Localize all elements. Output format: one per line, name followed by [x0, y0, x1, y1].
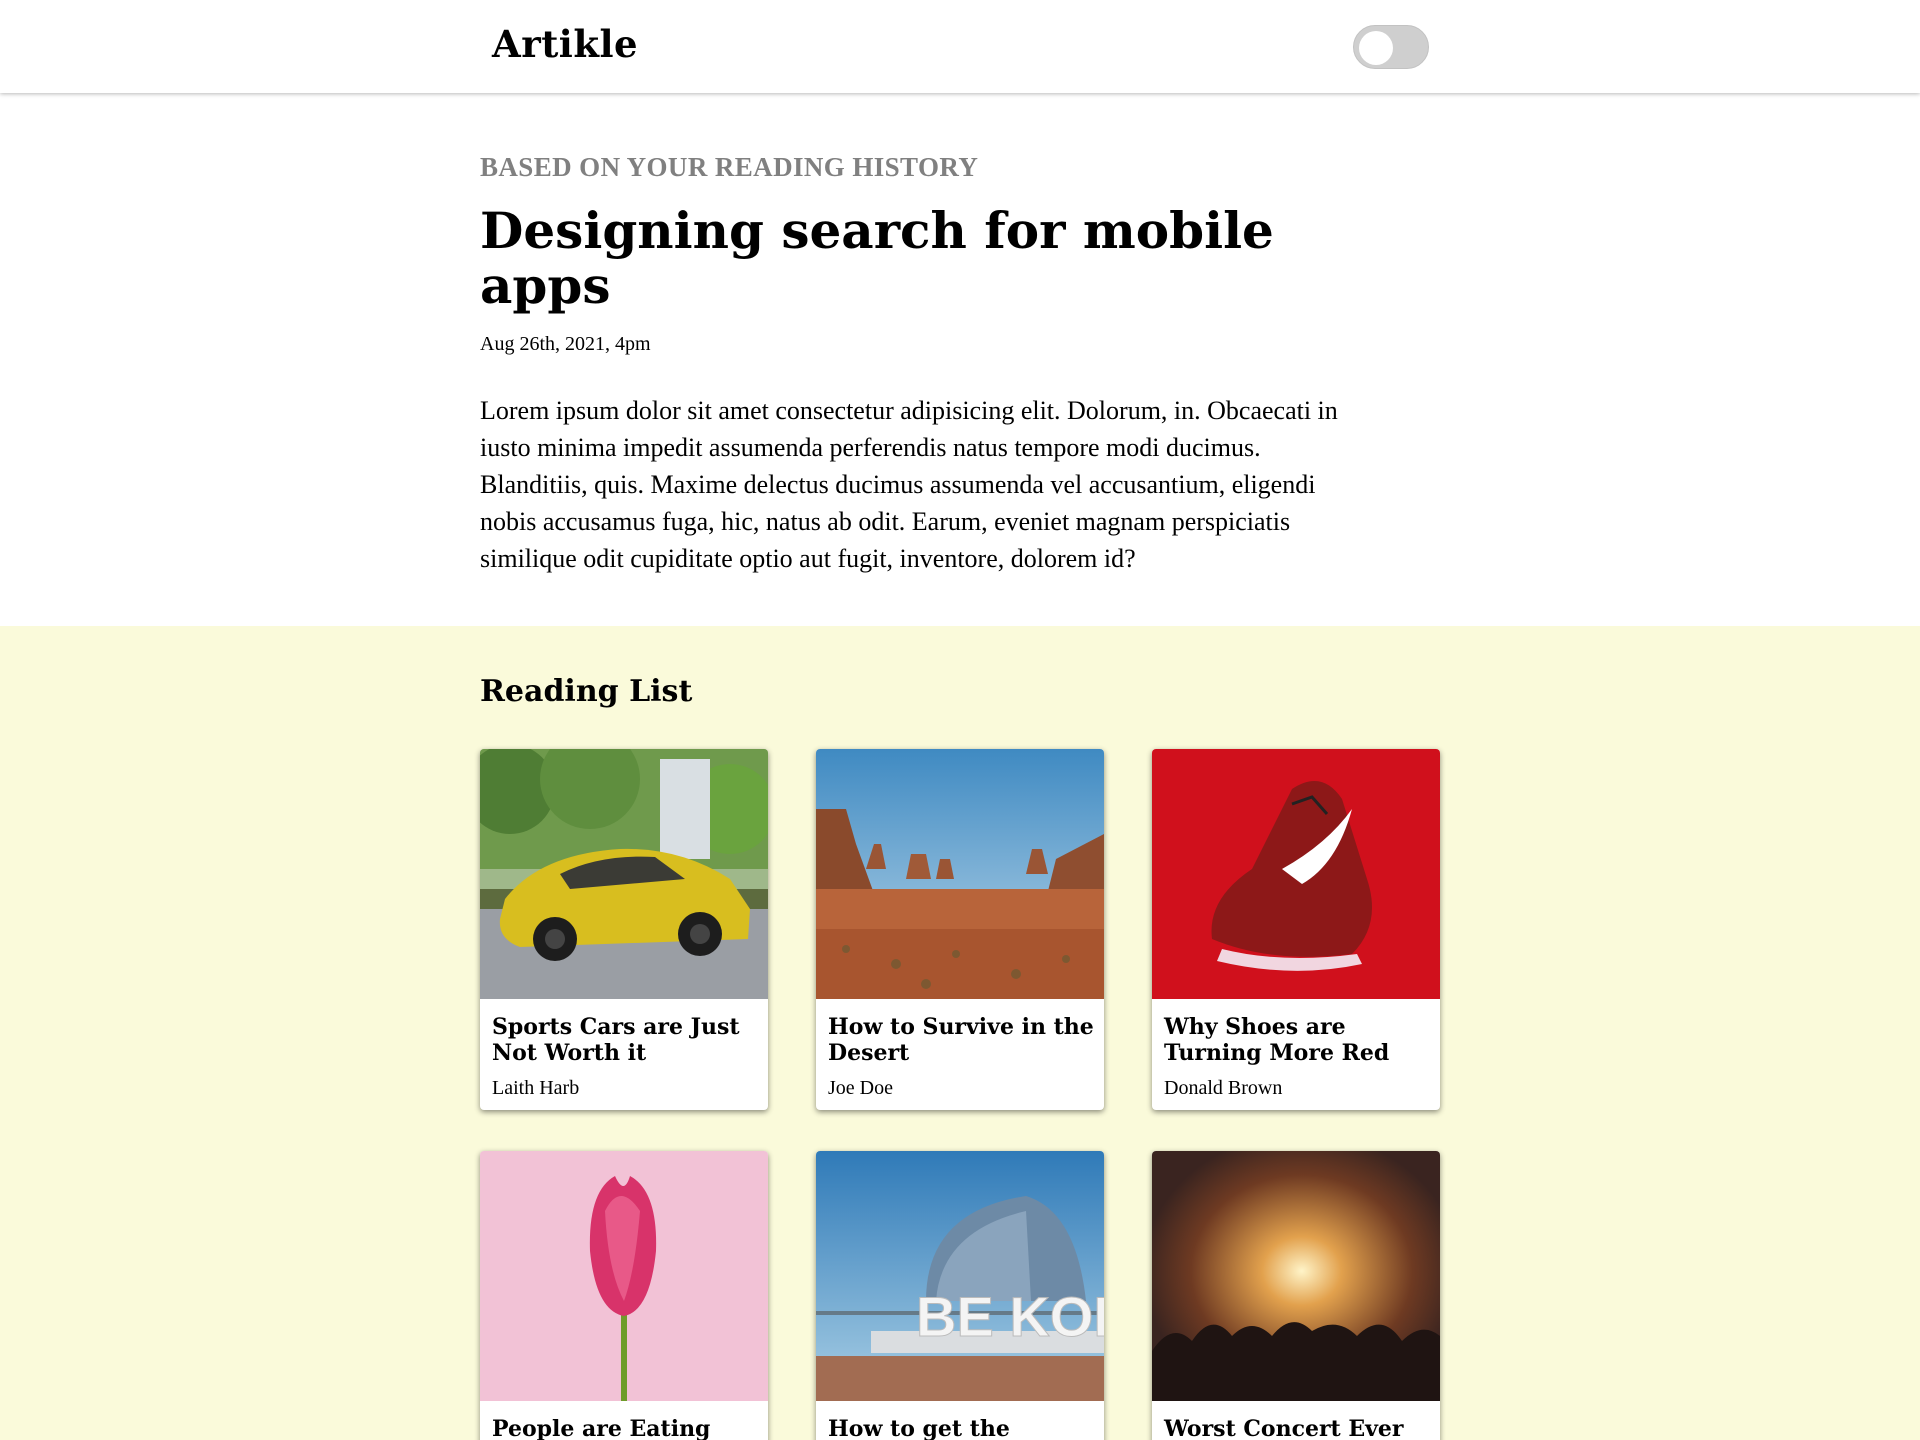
be-kobe-sign-photo: BE KOBE	[816, 1151, 1104, 1401]
card-title[interactable]: People are Eating this	[492, 1416, 760, 1440]
theme-toggle-switch[interactable]	[1353, 25, 1429, 69]
card-title[interactable]: Why Shoes are Turning More Red	[1164, 1014, 1432, 1066]
top-navbar: Artikle	[0, 0, 1920, 93]
article-card[interactable]: How to Survive in the Desert Joe Doe	[816, 749, 1104, 1110]
card-title[interactable]: How to get the	[828, 1416, 1096, 1440]
article-card[interactable]: BE KOBE How to get the	[816, 1151, 1104, 1440]
article-card[interactable]: Sports Cars are Just Not Worth it Laith …	[480, 749, 768, 1110]
be-kobe-sign-text: BE KOBE	[916, 1285, 1104, 1348]
featured-article: BASED ON YOUR READING HISTORY Designing …	[480, 152, 1380, 577]
desert-landscape-photo	[816, 749, 1104, 999]
card-author: Donald Brown	[1164, 1077, 1283, 1099]
toggle-knob	[1359, 31, 1393, 65]
red-sneaker-photo	[1152, 749, 1440, 999]
reading-list-section: Reading List Sports Cars are Just Not Wo…	[0, 626, 1920, 1440]
article-card[interactable]: Worst Concert Ever	[1152, 1151, 1440, 1440]
brand-logo[interactable]: Artikle	[492, 22, 638, 66]
concert-crowd-photo	[1152, 1151, 1440, 1401]
featured-date: Aug 26th, 2021, 4pm	[480, 333, 651, 355]
card-title[interactable]: How to Survive in the Desert	[828, 1014, 1096, 1066]
reading-list-title: Reading List	[480, 674, 693, 709]
featured-title[interactable]: Designing search for mobile apps	[480, 203, 1380, 313]
pink-tulip-photo	[480, 1151, 768, 1401]
card-author: Joe Doe	[828, 1077, 893, 1099]
article-card[interactable]: Why Shoes are Turning More Red Donald Br…	[1152, 749, 1440, 1110]
card-author: Laith Harb	[492, 1077, 580, 1099]
card-title[interactable]: Worst Concert Ever	[1164, 1416, 1432, 1440]
featured-eyebrow: BASED ON YOUR READING HISTORY	[480, 152, 979, 182]
yellow-sports-car-photo	[480, 749, 768, 999]
article-card[interactable]: People are Eating this	[480, 1151, 768, 1440]
featured-body: Lorem ipsum dolor sit amet consectetur a…	[480, 396, 1338, 573]
card-title[interactable]: Sports Cars are Just Not Worth it	[492, 1014, 760, 1066]
